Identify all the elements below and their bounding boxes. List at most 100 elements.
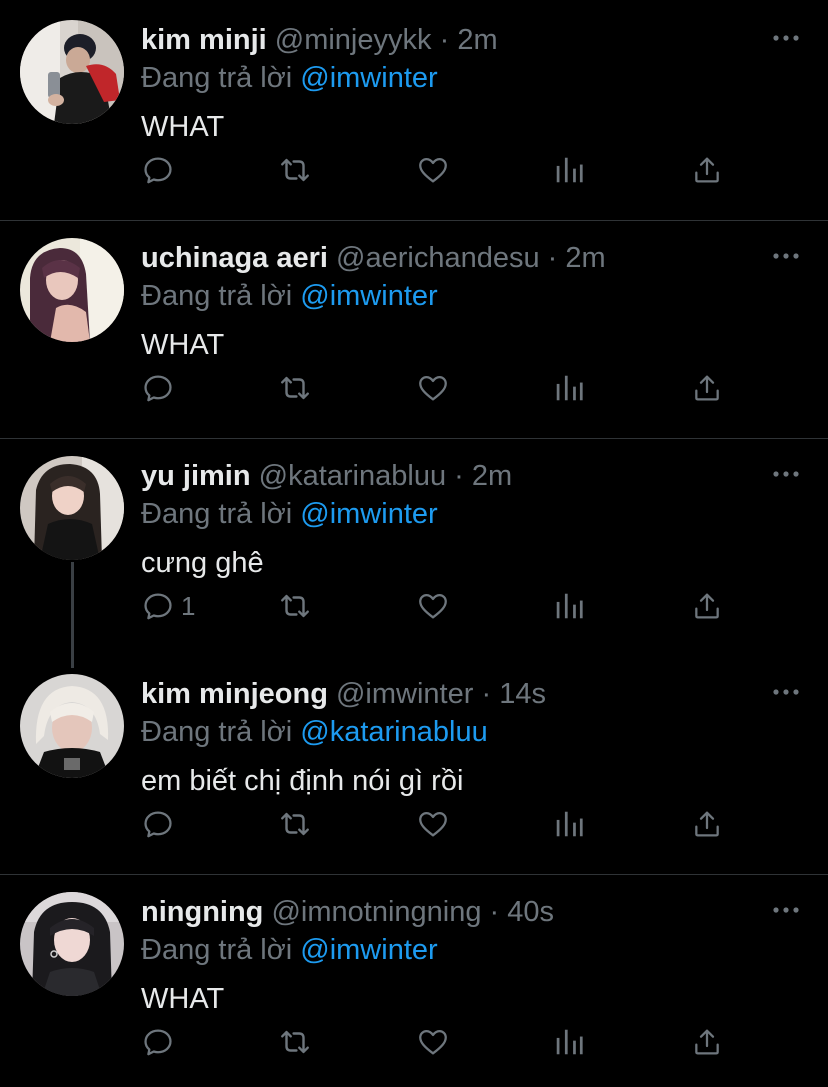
avatar[interactable] <box>20 892 124 996</box>
retweet-button[interactable] <box>276 1022 314 1062</box>
tweet-card[interactable]: yu jimin @katarinabluu · 2m Đang trả lời… <box>0 436 828 654</box>
avatar[interactable] <box>20 674 124 778</box>
timestamp[interactable]: 14s <box>499 678 546 710</box>
retweet-button[interactable] <box>276 368 314 408</box>
retweet-button[interactable] <box>276 150 314 190</box>
like-button[interactable] <box>415 150 451 190</box>
username[interactable]: @minjeyykk <box>275 24 432 56</box>
share-icon <box>695 811 719 837</box>
like-button[interactable] <box>415 1022 451 1062</box>
timestamp[interactable]: 2m <box>457 24 497 56</box>
username[interactable]: @imwinter <box>336 678 473 710</box>
analytics-icon <box>556 593 583 619</box>
analytics-icon <box>556 811 583 837</box>
tweet-header: kim minji @minjeyykk · 2m <box>141 22 498 58</box>
analytics-icon <box>556 375 583 401</box>
replying-prefix: Đang trả lời <box>141 498 293 530</box>
meta-separator: · <box>454 460 464 492</box>
reply-button[interactable] <box>141 804 181 844</box>
share-button[interactable] <box>691 804 723 844</box>
retweet-icon <box>281 594 309 618</box>
tweet-text: WHAT <box>141 111 225 143</box>
analytics-button[interactable] <box>554 586 584 626</box>
timestamp[interactable]: 2m <box>472 460 512 492</box>
analytics-button[interactable] <box>554 150 584 190</box>
tweet-card[interactable]: ningning @imnotningning · 40s Đang trả l… <box>0 872 828 1087</box>
display-name[interactable]: ningning <box>141 896 263 928</box>
more-icon[interactable] <box>770 680 802 704</box>
username[interactable]: @imnotningning <box>271 896 481 928</box>
like-button[interactable] <box>415 368 451 408</box>
tweet-text: WHAT <box>141 983 225 1015</box>
more-icon[interactable] <box>770 898 802 922</box>
reply-button[interactable]: 1 <box>141 586 195 626</box>
replying-to-line: Đang trả lời @katarinabluu <box>141 714 488 750</box>
like-button[interactable] <box>415 804 451 844</box>
like-button[interactable] <box>415 586 451 626</box>
tweet-text: em biết chị định nói gì rồi <box>141 765 464 797</box>
share-button[interactable] <box>691 150 723 190</box>
share-button[interactable] <box>691 586 723 626</box>
share-button[interactable] <box>691 368 723 408</box>
more-icon[interactable] <box>770 462 802 486</box>
action-bar <box>141 368 741 408</box>
avatar[interactable] <box>20 456 124 560</box>
share-button[interactable] <box>691 1022 723 1062</box>
replying-prefix: Đang trả lời <box>141 716 293 748</box>
tweet-card[interactable]: uchinaga aeri @aerichandesu · 2m Đang tr… <box>0 218 828 438</box>
timestamp[interactable]: 40s <box>507 896 554 928</box>
retweet-button[interactable] <box>276 586 314 626</box>
analytics-button[interactable] <box>554 1022 584 1062</box>
reply-icon <box>144 375 172 402</box>
timestamp[interactable]: 2m <box>565 242 605 274</box>
action-bar: 1 <box>141 586 741 626</box>
avatar[interactable] <box>20 238 124 342</box>
meta-separator: · <box>439 24 450 56</box>
heart-icon <box>419 375 447 401</box>
display-name[interactable]: uchinaga aeri <box>141 242 328 274</box>
replying-to-line: Đang trả lời @imwinter <box>141 932 438 968</box>
action-bar <box>141 150 741 190</box>
heart-icon <box>419 811 447 837</box>
share-icon <box>695 1029 719 1055</box>
more-icon[interactable] <box>770 26 802 50</box>
analytics-icon <box>556 157 583 183</box>
reply-button[interactable] <box>141 368 181 408</box>
reply-mention-link[interactable]: @imwinter <box>300 498 437 530</box>
username[interactable]: @aerichandesu <box>336 242 540 274</box>
avatar[interactable] <box>20 20 124 124</box>
display-name[interactable]: yu jimin <box>141 460 251 492</box>
tweet-text: cưng ghê <box>141 547 264 579</box>
tweet-header: ningning @imnotningning · 40s <box>141 894 554 930</box>
tweet-card[interactable]: kim minji @minjeyykk · 2m Đang trả lời @… <box>0 0 828 220</box>
analytics-button[interactable] <box>554 368 584 408</box>
display-name[interactable]: kim minji <box>141 24 267 56</box>
reply-mention-link[interactable]: @katarinabluu <box>300 716 487 748</box>
analytics-button[interactable] <box>554 804 584 844</box>
reply-mention-link[interactable]: @imwinter <box>300 934 437 966</box>
replying-prefix: Đang trả lời <box>141 934 293 966</box>
reply-icon <box>144 157 172 184</box>
tweet-card[interactable]: kim minjeong @imwinter · 14s Đang trả lờ… <box>0 654 828 874</box>
reply-mention-link[interactable]: @imwinter <box>300 280 437 312</box>
meta-separator: · <box>481 678 492 710</box>
replying-to-line: Đang trả lời @imwinter <box>141 60 438 96</box>
reply-button[interactable] <box>141 1022 181 1062</box>
display-name[interactable]: kim minjeong <box>141 678 328 710</box>
tweet-text: WHAT <box>141 329 225 361</box>
replies-feed: kim minji @minjeyykk · 2m Đang trả lời @… <box>0 0 828 1087</box>
reply-icon <box>144 811 172 838</box>
replying-to-line: Đang trả lời @imwinter <box>141 278 438 314</box>
tweet-header: kim minjeong @imwinter · 14s <box>141 676 546 712</box>
meta-separator: · <box>489 896 500 928</box>
retweet-button[interactable] <box>276 804 314 844</box>
reply-button[interactable] <box>141 150 181 190</box>
username[interactable]: @katarinabluu <box>259 460 446 492</box>
reply-mention-link[interactable]: @imwinter <box>300 62 437 94</box>
heart-icon <box>419 593 447 619</box>
tweet-header: yu jimin @katarinabluu · 2m <box>141 458 512 494</box>
share-icon <box>695 593 719 619</box>
heart-icon <box>419 157 447 183</box>
heart-icon <box>419 1029 447 1055</box>
more-icon[interactable] <box>770 244 802 268</box>
